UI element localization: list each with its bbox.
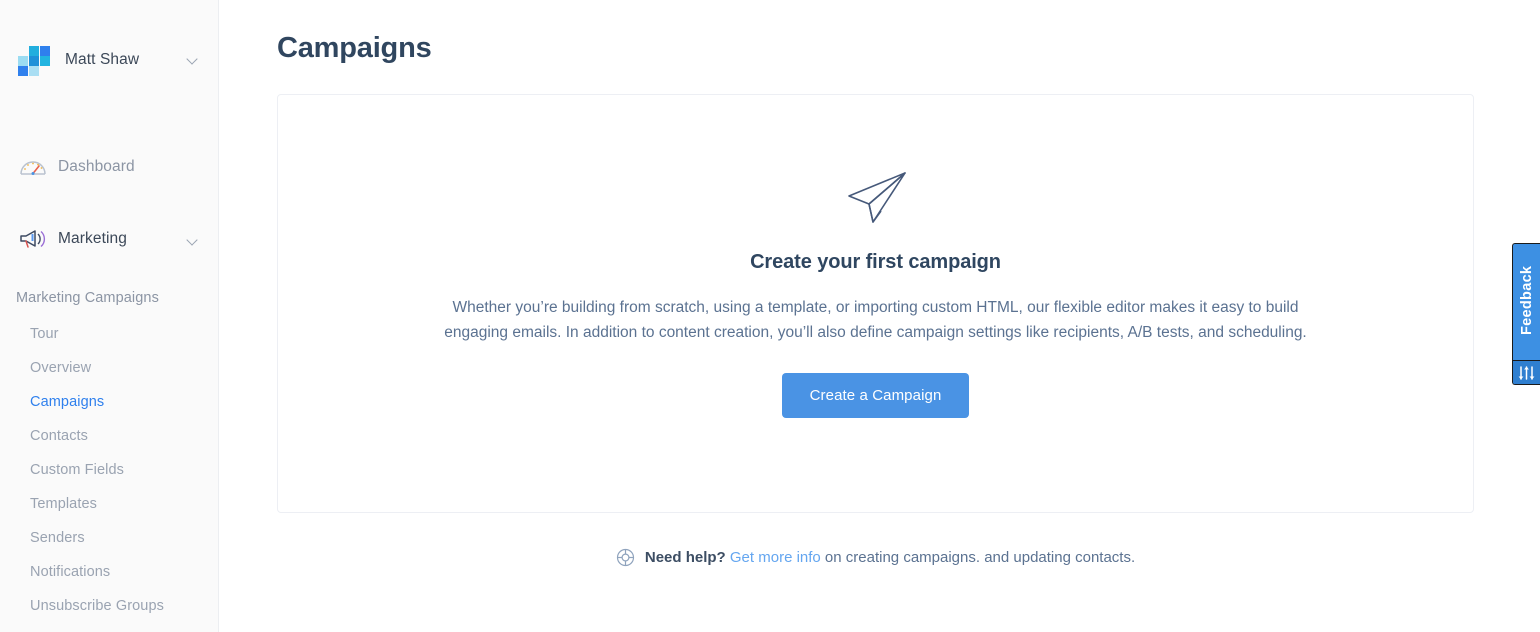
sidebar-item-custom-fields[interactable]: Custom Fields bbox=[0, 453, 218, 487]
sidebar-item-label: Marketing bbox=[58, 230, 127, 248]
chevron-down-icon[interactable] bbox=[187, 233, 198, 251]
sidebar-item-dashboard[interactable]: Dashboard bbox=[0, 150, 218, 184]
sidebar-item-campaigns[interactable]: Campaigns bbox=[0, 385, 218, 419]
gauge-icon bbox=[18, 154, 50, 180]
sidebar-item-templates[interactable]: Templates bbox=[0, 487, 218, 521]
empty-state-description: Whether you’re building from scratch, us… bbox=[434, 296, 1318, 345]
cta-wrapper: Create a Campaign bbox=[278, 373, 1473, 418]
megaphone-icon bbox=[18, 226, 50, 252]
paper-plane-icon bbox=[278, 167, 1473, 229]
brand-account-switcher[interactable]: Matt Shaw bbox=[0, 38, 218, 82]
sidebar-sub-nav: Tour Overview Campaigns Contacts Custom … bbox=[0, 317, 218, 632]
sidebar-item-notifications[interactable]: Notifications bbox=[0, 555, 218, 589]
get-more-info-link[interactable]: Get more info bbox=[730, 549, 821, 566]
app-root: Matt Shaw Dashboard bbox=[0, 0, 1540, 632]
chevron-down-icon[interactable] bbox=[187, 52, 198, 70]
app-logo-squares-icon bbox=[18, 43, 52, 77]
account-name: Matt Shaw bbox=[65, 51, 139, 69]
sidebar-item-marketing[interactable]: Marketing bbox=[0, 222, 218, 256]
lifebuoy-icon bbox=[616, 548, 635, 567]
empty-state-title: Create your first campaign bbox=[278, 251, 1473, 274]
help-trailing-text: on creating campaigns. and updating cont… bbox=[821, 549, 1135, 566]
empty-state-inner: Create your first campaign Whether you’r… bbox=[278, 167, 1473, 418]
sidebar-item-label: Dashboard bbox=[58, 158, 135, 176]
sidebar-item-unsubscribe-groups[interactable]: Unsubscribe Groups bbox=[0, 589, 218, 623]
sidebar-section-title: Marketing Campaigns bbox=[0, 290, 218, 306]
sidebar-item-senders[interactable]: Senders bbox=[0, 521, 218, 555]
help-row: Need help? Get more info on creating cam… bbox=[277, 548, 1474, 567]
sidebar: Matt Shaw Dashboard bbox=[0, 0, 219, 632]
page-title: Campaigns bbox=[277, 32, 432, 65]
help-bold-text: Need help? bbox=[645, 549, 726, 566]
empty-state-card: Create your first campaign Whether you’r… bbox=[277, 94, 1474, 513]
feedback-tab[interactable]: Feedback bbox=[1512, 243, 1540, 385]
main-content: Campaigns Create your first campaign Whe… bbox=[219, 0, 1540, 632]
create-campaign-button[interactable]: Create a Campaign bbox=[782, 373, 970, 418]
sidebar-item-tour[interactable]: Tour bbox=[0, 317, 218, 351]
feedback-label: Feedback bbox=[1519, 244, 1535, 360]
sidebar-item-user-guide[interactable]: User Guide bbox=[0, 623, 218, 632]
sliders-icon bbox=[1513, 360, 1540, 384]
sidebar-item-overview[interactable]: Overview bbox=[0, 351, 218, 385]
sidebar-item-contacts[interactable]: Contacts bbox=[0, 419, 218, 453]
